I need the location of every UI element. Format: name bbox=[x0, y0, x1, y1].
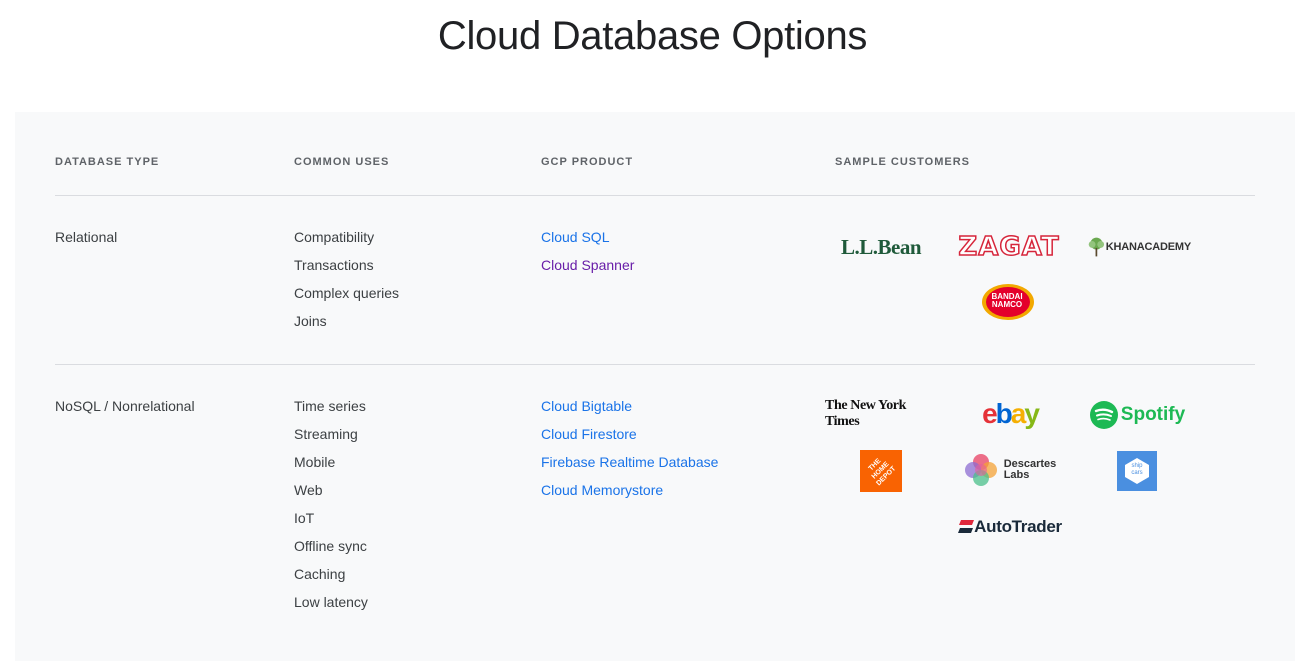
link-cloud-bigtable[interactable]: Cloud Bigtable bbox=[541, 398, 632, 414]
shipcars-text: ship cars bbox=[1131, 463, 1143, 476]
descartes-hexagon-icon bbox=[964, 454, 997, 486]
row-divider bbox=[55, 364, 1255, 365]
header-common-uses: COMMON USES bbox=[294, 156, 390, 168]
autotrader-logo: AutoTrader bbox=[955, 512, 1065, 542]
shipcars-logo: ship cars bbox=[1117, 451, 1157, 491]
page-title: Cloud Database Options bbox=[437, 14, 868, 58]
header-divider bbox=[55, 195, 1255, 196]
tree-icon bbox=[1088, 237, 1105, 257]
spotify-text: Spotify bbox=[1120, 404, 1186, 425]
use-item: Low latency bbox=[294, 594, 368, 610]
khanacademy-text: KHANACADEMY bbox=[1105, 241, 1191, 253]
row-relational-products: Cloud SQL Cloud Spanner bbox=[541, 223, 634, 279]
use-item: Caching bbox=[294, 566, 346, 582]
use-item: Compatibility bbox=[294, 229, 375, 245]
link-firebase-realtime-database[interactable]: Firebase Realtime Database bbox=[541, 454, 718, 470]
link-cloud-spanner[interactable]: Cloud Spanner bbox=[541, 257, 634, 273]
use-item: Complex queries bbox=[294, 285, 400, 301]
row-relational-type: Relational bbox=[55, 229, 118, 245]
link-cloud-memorystore[interactable]: Cloud Memorystore bbox=[541, 482, 663, 498]
row-relational-uses: Compatibility Transactions Complex queri… bbox=[294, 223, 399, 335]
use-item: Transactions bbox=[294, 257, 374, 273]
zagat-logo: ZAGAT bbox=[958, 231, 1060, 263]
link-cloud-firestore[interactable]: Cloud Firestore bbox=[541, 426, 637, 442]
use-item: Joins bbox=[294, 313, 327, 329]
home-depot-logo: THE HOME DEPOT bbox=[860, 450, 902, 492]
bandai-namco-logo: BANDAI NAMCO bbox=[980, 282, 1036, 322]
use-item: IoT bbox=[294, 510, 315, 526]
use-item: Mobile bbox=[294, 454, 336, 470]
header-sample-customers: SAMPLE CUSTOMERS bbox=[835, 156, 970, 168]
ebay-logo: ebay bbox=[982, 398, 1040, 429]
autotrader-text: AutoTrader bbox=[974, 517, 1062, 536]
header-database-type: DATABASE TYPE bbox=[55, 156, 160, 168]
llbean-logo: L.L.Bean bbox=[840, 234, 922, 259]
use-item: Offline sync bbox=[294, 538, 367, 554]
spotify-icon bbox=[1089, 401, 1118, 429]
row-nosql-uses: Time series Streaming Mobile Web IoT Off… bbox=[294, 392, 368, 616]
database-options-table: DATABASE TYPE COMMON USES GCP PRODUCT SA… bbox=[15, 112, 1295, 661]
bandai-namco-text: BANDAI NAMCO bbox=[991, 292, 1023, 309]
khanacademy-logo: KHANACADEMY bbox=[1087, 232, 1191, 262]
row-nosql-products: Cloud Bigtable Cloud Firestore Firebase … bbox=[541, 392, 718, 504]
use-item: Time series bbox=[294, 398, 366, 414]
home-depot-text: THE HOME DEPOT bbox=[867, 457, 898, 488]
use-item: Web bbox=[294, 482, 323, 498]
descartes-labs-logo: Descartes Labs bbox=[957, 450, 1061, 490]
autotrader-icon bbox=[958, 520, 975, 533]
row-nosql-type: NoSQL / Nonrelational bbox=[55, 398, 195, 414]
header-gcp-product: GCP PRODUCT bbox=[541, 156, 634, 168]
link-cloud-sql[interactable]: Cloud SQL bbox=[541, 229, 609, 245]
spotify-logo: Spotify bbox=[1087, 398, 1187, 432]
use-item: Streaming bbox=[294, 426, 358, 442]
descartes-labs-text: Descartes Labs bbox=[1003, 458, 1057, 481]
nytimes-logo: The New York Times bbox=[825, 398, 907, 429]
